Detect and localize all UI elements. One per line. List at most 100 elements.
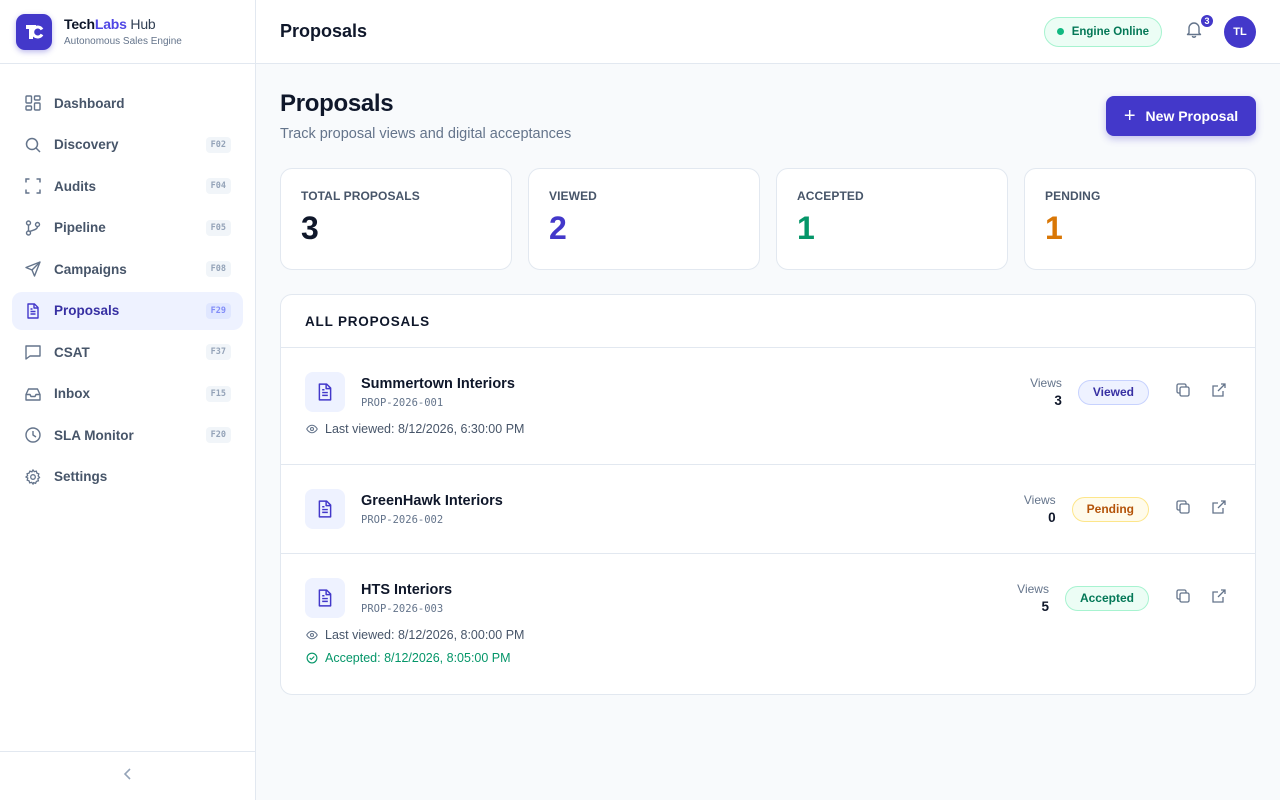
plus-icon: + (1123, 105, 1136, 127)
gear-icon (24, 468, 42, 486)
sidebar-item-proposals[interactable]: Proposals F29 (12, 291, 243, 330)
proposal-id: PROP-2026-003 (361, 602, 444, 615)
inbox-icon (24, 385, 42, 403)
new-proposal-button[interactable]: + New Proposal (1106, 96, 1256, 136)
page-header: Proposals Track proposal views and digit… (280, 90, 1256, 142)
views-label: Views (1023, 493, 1056, 507)
sidebar-item-settings[interactable]: Settings (12, 458, 243, 496)
eye-icon (305, 422, 319, 436)
sidebar-item-sla-monitor[interactable]: SLA Monitor F20 (12, 416, 243, 454)
sidebar-item-label: Campaigns (54, 261, 127, 277)
proposal-row[interactable]: HTS Interiors PROP-2026-003 Views 5 Acce… (281, 554, 1255, 694)
panel-heading: ALL PROPOSALS (281, 295, 1255, 348)
last-viewed-text: Last viewed: 8/12/2026, 6:30:00 PM (325, 422, 525, 436)
external-link-icon (1211, 588, 1227, 609)
views-count: 5 (1041, 599, 1049, 614)
sidebar-item-campaigns[interactable]: Campaigns F08 (12, 250, 243, 288)
shortcut-badge: F05 (205, 219, 231, 236)
sidebar-item-label: Inbox (54, 386, 90, 401)
new-proposal-label: New Proposal (1145, 108, 1239, 124)
proposal-id: PROP-2026-002 (361, 513, 444, 526)
document-icon (24, 302, 42, 320)
brand-name: TechLabs Hub (64, 16, 156, 32)
page-title: Proposals (280, 90, 394, 117)
sidebar: TechLabs Hub Autonomous Sales Engine Das… (0, 0, 256, 800)
copy-link-button[interactable] (1171, 497, 1195, 521)
proposal-row[interactable]: Summertown Interiors PROP-2026-001 Views… (281, 348, 1255, 465)
check-circle-icon (305, 651, 319, 665)
notifications-button[interactable]: 3 (1182, 12, 1215, 44)
sidebar-nav: Dashboard Discovery F02 Audits F04 Pipel… (0, 64, 255, 496)
views-count: 3 (1054, 393, 1062, 408)
dashboard-grid-icon (24, 94, 42, 112)
views-label: Views (1030, 376, 1062, 390)
status-badge: Pending (1071, 496, 1149, 522)
views-count: 0 (1048, 510, 1056, 525)
stat-card-total: Total Proposals 3 (280, 168, 512, 270)
status-badge: Viewed (1077, 379, 1149, 405)
shortcut-badge: F37 (205, 344, 231, 360)
topbar-title: Proposals (280, 21, 368, 41)
sidebar-collapse-button[interactable] (0, 751, 255, 800)
main-content: Proposals Track proposal views and digit… (280, 64, 1256, 695)
stat-value: 1 (797, 210, 815, 246)
stat-label: Accepted (797, 189, 864, 203)
sidebar-item-inbox[interactable]: Inbox F15 (12, 375, 243, 413)
open-external-button[interactable] (1207, 380, 1231, 404)
search-icon (24, 136, 42, 154)
accepted-text: Accepted: 8/12/2026, 8:05:00 PM (325, 651, 511, 665)
sidebar-item-label: CSAT (54, 344, 90, 360)
engine-status-badge: Engine Online (1043, 16, 1162, 47)
copy-icon (1175, 499, 1191, 520)
views-counter: Views 3 (1030, 376, 1062, 408)
sidebar-item-discovery[interactable]: Discovery F02 (12, 126, 243, 164)
sidebar-item-dashboard[interactable]: Dashboard (12, 84, 243, 122)
external-link-icon (1211, 499, 1227, 520)
sidebar-item-csat[interactable]: CSAT F37 (12, 333, 243, 371)
sidebar-item-label: Pipeline (54, 220, 106, 235)
sidebar-item-pipeline[interactable]: Pipeline F05 (12, 209, 243, 247)
clock-icon (24, 426, 42, 444)
engine-status-label: Engine Online (1071, 25, 1149, 38)
shortcut-badge: F08 (205, 261, 231, 277)
stats-row: Total Proposals 3 Viewed 2 Accepted 1 Pe… (280, 168, 1256, 270)
last-viewed-meta: Last viewed: 8/12/2026, 8:00:00 PM (305, 628, 1231, 642)
brand-subtitle: Autonomous Sales Engine (64, 36, 182, 47)
proposal-client-name: HTS Interiors (361, 581, 453, 598)
stat-value: 2 (549, 210, 567, 246)
document-icon (305, 372, 345, 412)
last-viewed-text: Last viewed: 8/12/2026, 8:00:00 PM (325, 628, 525, 642)
open-external-button[interactable] (1207, 497, 1231, 521)
sidebar-item-audits[interactable]: Audits F04 (12, 167, 243, 205)
sidebar-item-label: Discovery (54, 137, 119, 152)
stat-card-accepted: Accepted 1 (776, 168, 1008, 270)
status-dot-icon (1056, 28, 1064, 35)
copy-link-button[interactable] (1171, 380, 1195, 404)
avatar[interactable]: TL (1224, 15, 1256, 48)
chevron-left-icon (123, 767, 133, 785)
open-external-button[interactable] (1207, 586, 1231, 610)
document-icon (305, 578, 345, 618)
message-square-icon (24, 343, 42, 361)
proposal-client-name: Summertown Interiors (361, 375, 515, 392)
logo-icon[interactable] (16, 13, 52, 50)
sidebar-item-label: Audits (54, 178, 96, 194)
stat-card-viewed: Viewed 2 (528, 168, 760, 270)
document-icon (305, 489, 345, 529)
copy-link-button[interactable] (1171, 586, 1195, 610)
copy-icon (1175, 382, 1191, 403)
proposal-client-name: GreenHawk Interiors (361, 492, 503, 509)
views-counter: Views 0 (1024, 493, 1056, 525)
send-icon (24, 260, 42, 278)
topbar: Proposals Engine Online 3 TL (256, 0, 1280, 64)
proposal-row[interactable]: GreenHawk Interiors PROP-2026-002 Views … (281, 465, 1255, 554)
proposals-panel: ALL PROPOSALS Summertown Interiors PROP-… (280, 294, 1256, 695)
brand: TechLabs Hub Autonomous Sales Engine (0, 0, 255, 64)
notification-count-badge: 3 (1199, 12, 1215, 29)
shortcut-badge: F02 (205, 136, 231, 153)
shortcut-badge: F15 (205, 385, 231, 402)
sidebar-item-label: Settings (54, 469, 108, 484)
external-link-icon (1211, 382, 1227, 403)
proposal-id: PROP-2026-001 (361, 396, 444, 409)
stat-label: Pending (1045, 189, 1101, 203)
